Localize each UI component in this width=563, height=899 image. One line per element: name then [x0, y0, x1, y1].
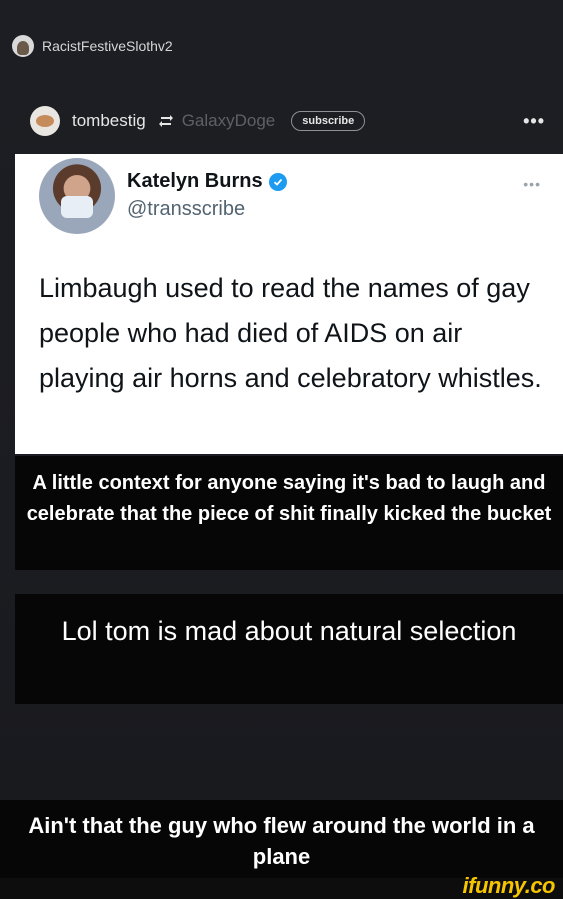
tweet-handle: @transscribe	[127, 198, 246, 220]
tweet-card: Katelyn Burns @transscribe ••• Limbaugh …	[15, 154, 563, 454]
sloth-avatar-icon[interactable]	[12, 35, 34, 57]
caption-2: Lol tom is mad about natural selection	[61, 616, 517, 646]
caption-band-1: A little context for anyone saying it's …	[15, 456, 563, 570]
caption-band-2: Lol tom is mad about natural selection	[15, 594, 563, 704]
tweet-display-name-text: Katelyn Burns	[127, 170, 263, 192]
subscribe-button[interactable]: subscribe	[291, 111, 366, 131]
caption-3: Ain't that the guy who flew around the w…	[28, 813, 535, 869]
tweet-text: Limbaugh used to read the names of gay p…	[39, 273, 542, 393]
tombestig-avatar[interactable]	[30, 106, 60, 136]
ifunny-watermark: ifunny.co	[462, 873, 556, 898]
tweet-more-icon: •••	[523, 176, 541, 192]
poster-row[interactable]: RacistFestiveSlothv2	[12, 34, 173, 58]
reposter-username[interactable]: tombestig	[72, 111, 146, 131]
tweet-display-name: Katelyn Burns	[127, 170, 287, 193]
tweet-avatar	[39, 158, 115, 234]
poster-username[interactable]: RacistFestiveSlothv2	[42, 38, 173, 54]
repost-header: tombestig GalaxyDoge subscribe •••	[30, 106, 545, 136]
caption-band-3: Ain't that the guy who flew around the w…	[0, 800, 563, 878]
more-options-button[interactable]: •••	[523, 111, 545, 132]
caption-1: A little context for anyone saying it's …	[26, 472, 552, 525]
verified-badge-icon	[268, 172, 287, 191]
repost-icon	[158, 115, 173, 127]
original-poster-username[interactable]: GalaxyDoge	[182, 111, 276, 131]
